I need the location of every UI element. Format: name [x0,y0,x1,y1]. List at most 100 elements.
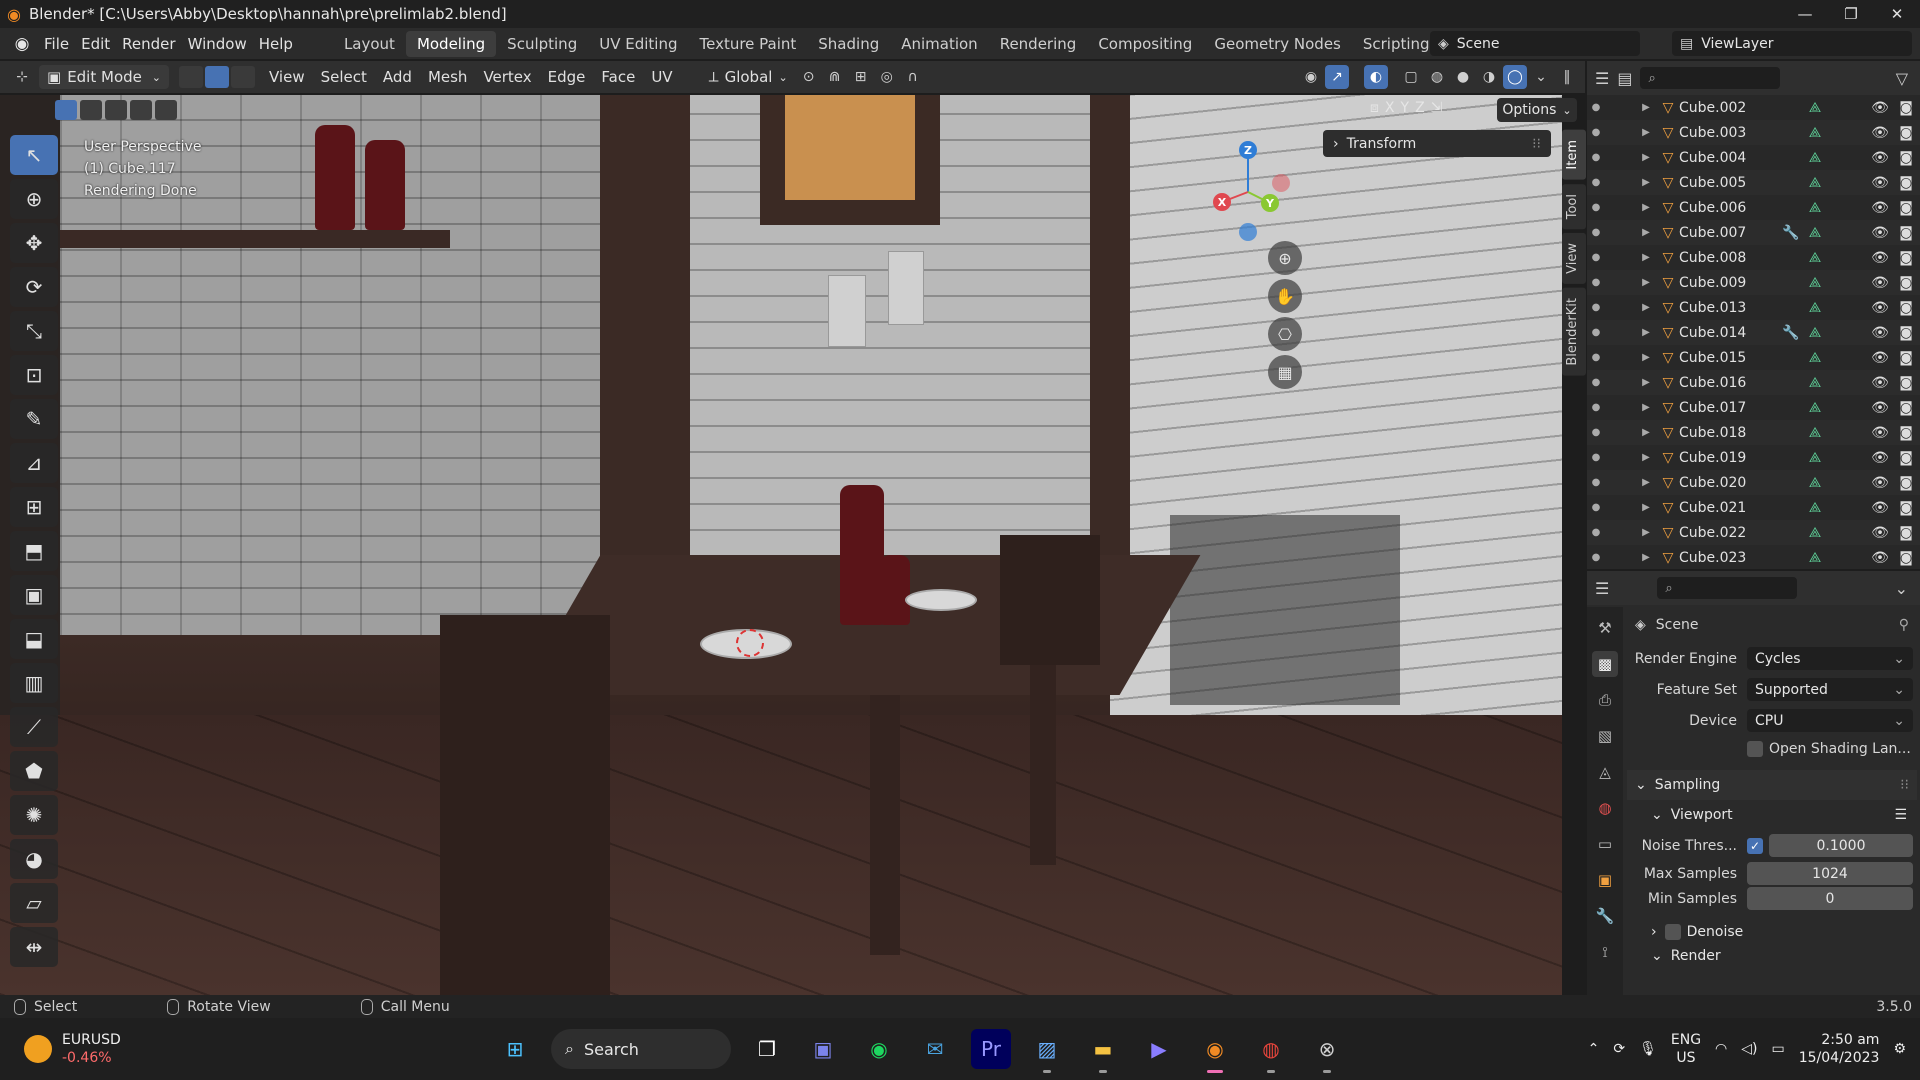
menu-render[interactable]: Render [122,35,187,53]
menu-select[interactable]: Select [313,68,375,86]
collection-tab-icon[interactable]: ▭ [1592,831,1618,857]
overlay-icon[interactable]: ◐ [1364,65,1388,89]
render-camera-icon[interactable]: ◙ [1892,350,1920,366]
spotify-icon[interactable]: ◉ [859,1029,899,1069]
scale-tool[interactable]: ⤡ [10,311,58,351]
object-tab-icon[interactable]: ▣ [1592,867,1618,893]
taskbar-search[interactable]: ⌕ Search [551,1029,731,1069]
blender-taskbar-icon[interactable]: ◉ [1195,1029,1235,1073]
edge-select-button[interactable] [205,66,229,88]
gizmo-z-axis[interactable]: Z [1239,141,1257,159]
mesh-data-icon[interactable]: ⟁ [1803,275,1827,291]
tab-layout[interactable]: Layout [333,31,406,57]
mesh-data-icon[interactable]: ⟁ [1803,425,1827,441]
add-cube-tool[interactable]: ⊞ [10,487,58,527]
drag-handle-icon[interactable]: ⁝⁝ [1532,136,1541,152]
select-subtract-button[interactable] [105,100,127,120]
outliner-item[interactable]: ● ▶ ▽ Cube.006 ⟁ 👁 ◙ [1587,195,1920,220]
eye-icon[interactable]: 👁 [1868,425,1892,441]
render-camera-icon[interactable]: ◙ [1892,275,1920,291]
eye-icon[interactable]: 👁 [1868,125,1892,141]
language-indicator[interactable]: ENG US [1671,1031,1701,1067]
mesh-data-icon[interactable]: ⟁ [1803,525,1827,541]
chevron-down-icon[interactable]: ⌄ [1895,579,1908,598]
smooth-tool[interactable]: ◕ [10,839,58,879]
tab-shading[interactable]: Shading [807,31,890,57]
mirror-z-toggle[interactable]: Z [1415,100,1425,116]
move-tool[interactable]: ✥ [10,223,58,263]
menu-uv[interactable]: UV [643,68,680,86]
select-new-button[interactable] [55,100,77,120]
eye-icon[interactable]: 👁 [1868,175,1892,191]
steam-icon[interactable]: ⊗ [1307,1029,1347,1073]
modifier-icon[interactable]: 🔧 [1779,225,1803,241]
expand-arrow-icon[interactable]: ▶ [1635,352,1657,363]
tab-view[interactable]: View [1562,232,1586,284]
visibility-icon[interactable]: ◉ [1299,65,1323,89]
view-layer-selector[interactable]: ▤ ViewLayer [1672,31,1912,56]
gizmo-icon[interactable]: ↗ [1325,65,1349,89]
modifier-icon[interactable]: 🔧 [1779,325,1803,341]
outliner-item[interactable]: ● ▶ ▽ Cube.016 ⟁ 👁 ◙ [1587,370,1920,395]
tab-geometry-nodes[interactable]: Geometry Nodes [1203,31,1352,57]
3d-viewport[interactable]: User Perspective (1) Cube.117 Rendering … [0,95,1562,995]
rotate-tool[interactable]: ⟳ [10,267,58,307]
render-camera-icon[interactable]: ◙ [1892,375,1920,391]
tab-animation[interactable]: Animation [890,31,988,57]
menu-mesh[interactable]: Mesh [420,68,476,86]
falloff-icon[interactable]: ∩ [901,65,925,89]
expand-arrow-icon[interactable]: ▶ [1635,502,1657,513]
transform-panel-header[interactable]: › Transform ⁝⁝ [1323,130,1551,157]
inset-tool[interactable]: ▣ [10,575,58,615]
ortho-grid-icon[interactable]: ▦ [1268,355,1302,389]
outliner-item[interactable]: ● ▶ ▽ Cube.017 ⟁ 👁 ◙ [1587,395,1920,420]
eye-icon[interactable]: 👁 [1868,500,1892,516]
outliner-item[interactable]: ● ▶ ▽ Cube.021 ⟁ 👁 ◙ [1587,495,1920,520]
tab-rendering[interactable]: Rendering [989,31,1088,57]
knife-tool[interactable]: ⟋ [10,707,58,747]
render-engine-dropdown[interactable]: Cycles ⌄ [1747,647,1913,670]
tab-uv-editing[interactable]: UV Editing [588,31,688,57]
expand-arrow-icon[interactable]: ▶ [1635,477,1657,488]
sync-icon[interactable]: ⟳ [1613,1041,1625,1057]
tab-tool[interactable]: Tool [1562,183,1586,229]
select-intersect-button[interactable] [155,100,177,120]
mesh-data-icon[interactable]: ⟁ [1803,125,1827,141]
eye-icon[interactable]: 👁 [1868,350,1892,366]
render-camera-icon[interactable]: ◙ [1892,475,1920,491]
properties-editor-icon[interactable]: ☰ [1595,579,1609,598]
transform-orientation-selector[interactable]: ⟂ Global ⌄ [701,68,796,86]
zoom-icon[interactable]: ⊕ [1268,241,1302,275]
camera-view-icon[interactable]: ⎔ [1268,317,1302,351]
render-camera-icon[interactable]: ◙ [1892,325,1920,341]
expand-arrow-icon[interactable]: ▶ [1635,402,1657,413]
expand-arrow-icon[interactable]: ▶ [1635,277,1657,288]
tab-texture-paint[interactable]: Texture Paint [688,31,807,57]
menu-window[interactable]: Window [188,35,259,53]
mesh-data-icon[interactable]: ⟁ [1803,550,1827,566]
output-tab-icon[interactable]: ⎙ [1592,687,1618,713]
world-tab-icon[interactable]: ◍ [1592,795,1618,821]
minimize-button[interactable]: — [1782,5,1828,23]
snap-icon[interactable]: ⋒ [823,65,847,89]
modifier-tab-icon[interactable]: 🔧 [1592,903,1618,929]
wireframe-shading-icon[interactable]: ◍ [1425,65,1449,89]
eye-icon[interactable]: 👁 [1868,475,1892,491]
render-camera-icon[interactable]: ◙ [1892,125,1920,141]
expand-arrow-icon[interactable]: ▶ [1635,127,1657,138]
mesh-data-icon[interactable]: ⟁ [1803,175,1827,191]
transform-tool[interactable]: ⊡ [10,355,58,395]
noise-threshold-field[interactable]: 0.1000 [1769,834,1913,857]
outliner-item[interactable]: ● ▶ ▽ Cube.019 ⟁ 👁 ◙ [1587,445,1920,470]
outliner-item[interactable]: ● ▶ ▽ Cube.007 🔧 ⟁ 👁 ◙ [1587,220,1920,245]
eye-icon[interactable]: 👁 [1868,100,1892,116]
task-view-icon[interactable]: ❐ [747,1029,787,1069]
display-mode-icon[interactable]: ▤ [1617,69,1632,88]
drag-handle-icon[interactable]: ⁝⁝ [1900,777,1909,793]
render-camera-icon[interactable]: ◙ [1892,250,1920,266]
teams-icon[interactable]: ▣ [803,1029,843,1069]
expand-arrow-icon[interactable]: ▶ [1635,552,1657,563]
outliner-item[interactable]: ● ▶ ▽ Cube.004 ⟁ 👁 ◙ [1587,145,1920,170]
3d-cursor-icon[interactable] [736,629,764,657]
mirror-y-toggle[interactable]: Y [1401,100,1410,116]
